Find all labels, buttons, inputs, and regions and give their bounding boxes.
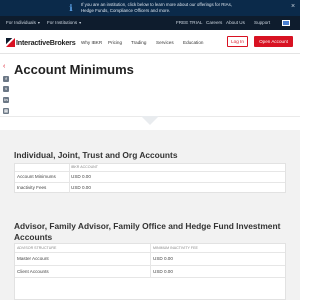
support-link[interactable]: Support: [254, 19, 270, 27]
table-row: Client Accounts USD 0.00: [15, 266, 285, 278]
facebook-icon[interactable]: f: [3, 76, 9, 82]
linkedin-icon[interactable]: in: [3, 97, 9, 103]
print-icon[interactable]: ▤: [3, 108, 9, 114]
nav-why-ibkr[interactable]: Why IBKR: [81, 39, 102, 46]
nav-pricing[interactable]: Pricing: [108, 39, 122, 46]
twitter-icon[interactable]: t: [3, 86, 9, 92]
free-trial-link[interactable]: FREE TRIAL: [176, 19, 202, 27]
table-header-cell: ADVISOR STRUCTURE: [17, 246, 57, 250]
nav-services[interactable]: Services: [156, 39, 174, 46]
column-divider: [69, 183, 70, 193]
chevron-down-icon: ▾: [37, 20, 40, 25]
advisor-accounts-table: ADVISOR STRUCTURE MINIMUM INACTIVITY FEE…: [14, 243, 286, 300]
close-icon[interactable]: ×: [291, 3, 295, 11]
row-value: USD 0.00: [71, 185, 91, 190]
table-row: Master Account USD 0.00: [15, 253, 285, 266]
section-notch: [141, 116, 159, 125]
table-row: Inactivity Fees USD 0.00: [15, 183, 285, 193]
table-header-row: IBKR ACCOUNT: [15, 164, 285, 172]
login-button[interactable]: Log In: [227, 36, 248, 47]
row-value: USD 0.00: [153, 269, 173, 274]
column-divider: [69, 172, 70, 182]
main-navbar: InteractiveBrokers Why IBKR Pricing Trad…: [0, 30, 300, 54]
table-row: Account Minimums USD 0.00: [15, 172, 285, 183]
chevron-left-icon[interactable]: ‹: [3, 63, 5, 71]
page-title: Account Minimums: [14, 62, 134, 77]
column-divider: [150, 266, 151, 277]
info-icon: ℹ: [69, 3, 73, 13]
careers-link[interactable]: Careers: [206, 19, 222, 27]
section-title-advisor: Advisor, Family Advisor, Family Office a…: [14, 221, 281, 242]
institution-banner[interactable]: ℹ If you are an institution, click below…: [0, 0, 300, 16]
logo-icon[interactable]: [6, 38, 15, 47]
utility-bar: For Individuals ▾ For Institutions ▾ FREE …: [0, 16, 300, 30]
row-label: Inactivity Fees: [17, 185, 47, 190]
column-divider: [150, 244, 151, 252]
about-us-link[interactable]: About Us: [226, 19, 245, 27]
row-label: Master Account: [17, 256, 49, 261]
audience-dropdown[interactable]: For Individuals ▾: [6, 19, 40, 27]
column-divider: [69, 164, 70, 171]
nav-education[interactable]: Education: [183, 39, 203, 46]
brand-logo[interactable]: InteractiveBrokers: [16, 38, 76, 47]
row-label: Account Minimums: [17, 174, 56, 179]
table-header-cell: MINIMUM INACTIVITY FEE: [153, 246, 198, 250]
chevron-down-icon: ▾: [79, 20, 82, 25]
column-divider: [150, 253, 151, 265]
table-header-row: ADVISOR STRUCTURE MINIMUM INACTIVITY FEE: [15, 244, 285, 253]
nav-trading[interactable]: Trading: [131, 39, 146, 46]
table-header-cell: IBKR ACCOUNT: [71, 165, 98, 169]
row-value: USD 0.00: [71, 174, 91, 179]
open-account-button[interactable]: Open Account: [254, 36, 293, 47]
row-value: USD 0.00: [153, 256, 173, 261]
institutions-dropdown[interactable]: For Institutions ▾: [47, 19, 81, 27]
individual-accounts-table: IBKR ACCOUNT Account Minimums USD 0.00 I…: [14, 163, 286, 193]
row-label: Client Accounts: [17, 269, 49, 274]
section-title-individual: Individual, Joint, Trust and Org Account…: [14, 150, 178, 160]
language-flag-icon[interactable]: [282, 20, 290, 26]
banner-text[interactable]: If you are an institution, click below t…: [81, 2, 241, 14]
